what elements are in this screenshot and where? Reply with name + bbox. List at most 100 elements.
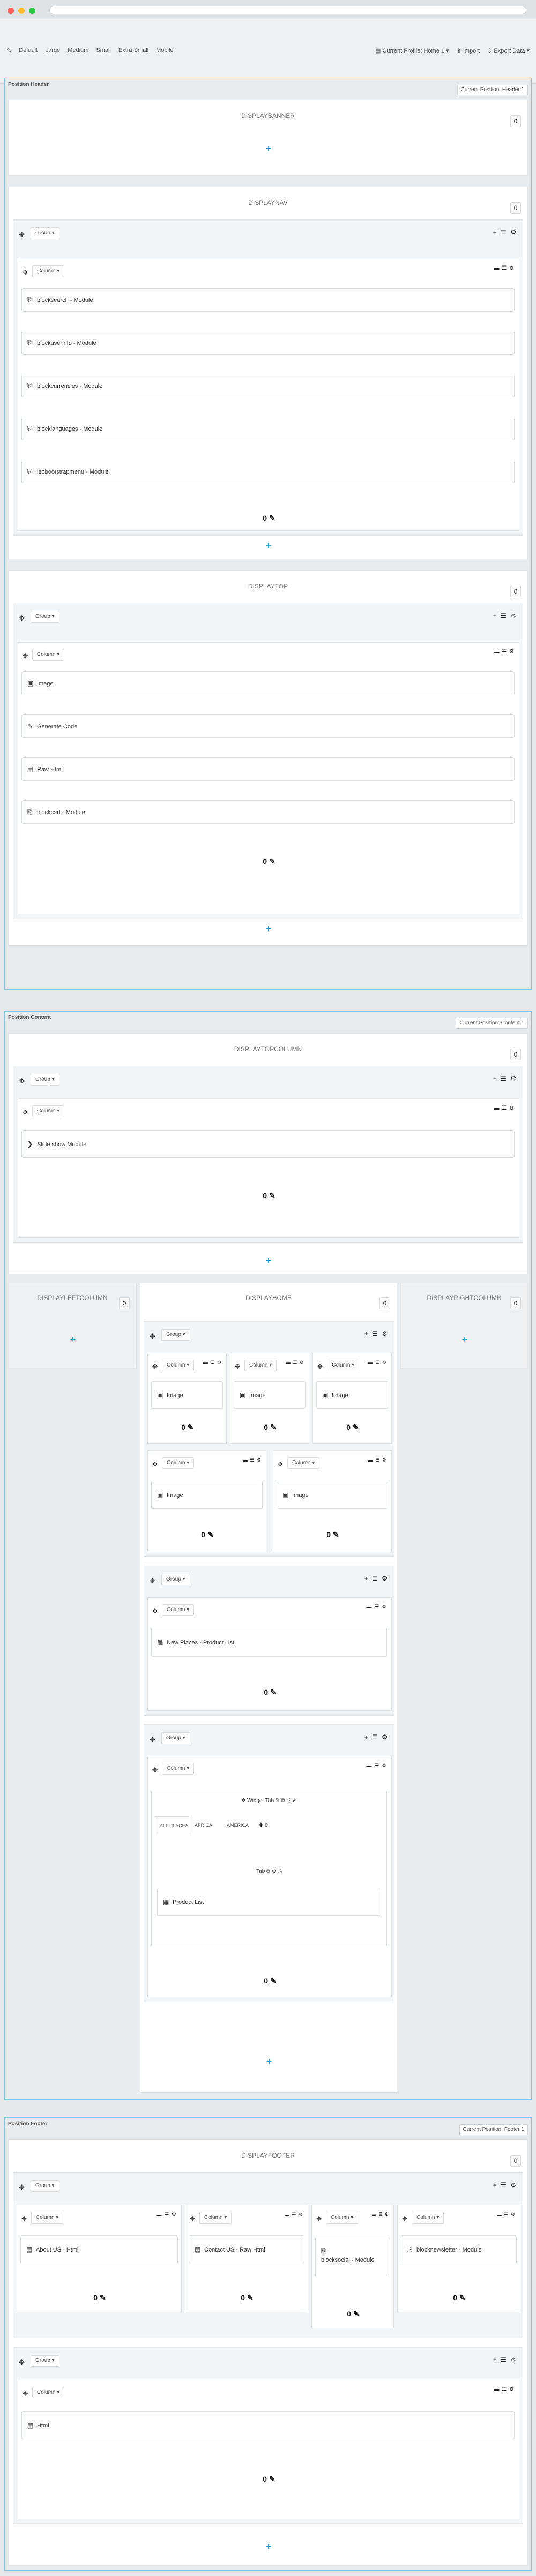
add-group-icon[interactable]: + xyxy=(460,1334,469,1344)
column-tools[interactable]: ▬ ☰ ⚙ xyxy=(367,1604,388,1610)
column-dropdown[interactable]: Column ▾ xyxy=(199,2212,232,2224)
tab-all-places[interactable]: ALL PLACES xyxy=(155,1816,189,1834)
column-tools[interactable]: ▬ ☰ ⚙ xyxy=(494,265,515,271)
edit-icon[interactable]: ✎ xyxy=(247,2293,254,2302)
add-group-icon[interactable]: + xyxy=(265,2057,273,2066)
device-extra-small[interactable]: Extra Small xyxy=(118,47,148,54)
edit-icon[interactable]: ✎ xyxy=(207,1530,214,1539)
add-group-icon[interactable]: + xyxy=(264,1256,273,1265)
module-item[interactable]: ⎘ blockcurrencies - Module xyxy=(21,374,515,397)
add-group-icon[interactable]: + xyxy=(264,144,273,153)
widget-tab-tools[interactable]: ✎ ⧉ ⎘ ✔ xyxy=(276,1798,297,1804)
module-item[interactable]: ▤ Html xyxy=(21,2411,515,2439)
add-group-icon[interactable]: + xyxy=(69,1334,77,1344)
tab-america[interactable]: AMERICA xyxy=(222,1816,258,1834)
address-bar[interactable] xyxy=(49,6,526,14)
column-dropdown[interactable]: Column ▾ xyxy=(327,1360,360,1371)
column-dropdown[interactable]: Column ▾ xyxy=(32,649,65,661)
move-icon[interactable]: ✥ xyxy=(19,2358,25,2367)
column-footer-tools[interactable]: 0 ✎ xyxy=(236,2293,258,2302)
column-tools[interactable]: ▬ ☰ ⚙ xyxy=(372,2212,389,2217)
column-dropdown[interactable]: Column ▾ xyxy=(162,1360,195,1371)
column-tools[interactable]: ▬ ☰ ⚙ xyxy=(285,2212,303,2218)
group-tools[interactable]: + ☰ ⚙ xyxy=(493,1075,517,1082)
group-tools[interactable]: + ☰ ⚙ xyxy=(364,1733,389,1741)
module-item[interactable]: ▤ Raw Html xyxy=(21,757,515,781)
edit-icon[interactable]: ✎ xyxy=(459,2293,466,2302)
module-item[interactable]: ▤ Contact US - Raw Html xyxy=(189,2235,304,2263)
column-dropdown[interactable]: Column ▾ xyxy=(162,1763,195,1775)
group-dropdown[interactable]: Group ▾ xyxy=(161,1574,190,1585)
column-dropdown[interactable]: Column ▾ xyxy=(32,265,65,277)
column-tools[interactable]: ▬ ☰ ⚙ xyxy=(243,1457,262,1463)
move-icon[interactable]: ✥ xyxy=(150,1736,155,1744)
tab-africa[interactable]: AFRICA xyxy=(190,1816,222,1834)
move-icon[interactable]: ✥ xyxy=(316,2215,322,2223)
move-icon[interactable]: ✥ xyxy=(23,652,28,660)
add-group-icon[interactable]: + xyxy=(264,2542,273,2551)
module-item[interactable]: ▣ Image xyxy=(234,1381,306,1409)
move-icon[interactable]: ✥ xyxy=(23,2390,28,2397)
module-item[interactable]: ▣ Image xyxy=(21,671,515,695)
edit-icon[interactable]: ✎ xyxy=(353,1423,359,1431)
edit-icon[interactable]: ✎ xyxy=(188,1423,194,1431)
column-dropdown[interactable]: Column ▾ xyxy=(162,1457,195,1469)
column-tools[interactable]: ▬ ☰ ⚙ xyxy=(203,1360,222,1365)
device-small[interactable]: Small xyxy=(96,47,111,54)
module-item[interactable]: ⎘ blockcart - Module xyxy=(21,800,515,824)
edit-icon[interactable]: ✎ xyxy=(6,47,11,54)
module-item[interactable]: ⎘ blocksearch - Module xyxy=(21,288,515,312)
module-item[interactable]: ⎘ leobootstrapmenu - Module xyxy=(21,460,515,483)
module-item[interactable]: ▤ About US - Html xyxy=(20,2235,178,2263)
group-tools[interactable]: + ☰ ⚙ xyxy=(493,2356,517,2364)
edit-icon[interactable]: ✎ xyxy=(269,857,276,866)
module-item[interactable]: ▣ Image xyxy=(316,1381,388,1409)
move-icon[interactable]: ✥ xyxy=(21,2215,27,2223)
column-dropdown[interactable]: Column ▾ xyxy=(326,2212,359,2224)
group-dropdown[interactable]: Group ▾ xyxy=(161,1732,190,1744)
move-icon[interactable]: ✥ xyxy=(19,614,25,623)
group-dropdown[interactable]: Group ▾ xyxy=(161,1329,190,1341)
column-tools[interactable]: ▬ ☰ ⚙ xyxy=(497,2212,516,2218)
import-button[interactable]: ⇪ Import xyxy=(457,47,480,54)
edit-icon[interactable]: ✎ xyxy=(269,1191,276,1200)
position-dropdown[interactable]: Current Position: Header 1 xyxy=(457,85,528,95)
column-tools[interactable]: ▬ ☰ ⚙ xyxy=(494,649,515,655)
minimize-window-icon[interactable] xyxy=(18,8,25,14)
column-footer-tools[interactable]: 0 ✎ xyxy=(259,1976,281,1985)
move-icon[interactable]: ✥ xyxy=(152,1607,158,1615)
add-group-icon[interactable]: + xyxy=(264,924,273,934)
module-item[interactable]: ▦ New Places - Product List xyxy=(151,1628,387,1657)
module-item[interactable]: ✎ Generate Code xyxy=(21,714,515,738)
module-item[interactable]: ⎘ blocklanguages - Module xyxy=(21,417,515,440)
column-dropdown[interactable]: Column ▾ xyxy=(32,1105,65,1117)
column-dropdown[interactable]: Column ▾ xyxy=(244,1360,277,1371)
edit-icon[interactable]: ✎ xyxy=(353,2309,360,2318)
column-footer-tools[interactable]: 0 ✎ xyxy=(258,2475,280,2484)
group-tools[interactable]: + ☰ ⚙ xyxy=(364,1330,389,1338)
device-large[interactable]: Large xyxy=(45,47,60,54)
position-dropdown[interactable]: Current Position: Content 1 xyxy=(456,1018,528,1029)
edit-icon[interactable]: ✎ xyxy=(100,2293,106,2302)
tab-tools[interactable]: ⧉ ⚙ ⎘ xyxy=(266,1869,282,1874)
column-footer-tools[interactable]: 0 ✎ xyxy=(258,857,280,866)
device-mobile[interactable]: Mobile xyxy=(156,47,173,54)
column-footer-tools[interactable]: 0 ✎ xyxy=(342,1423,363,1432)
column-dropdown[interactable]: Column ▾ xyxy=(31,2212,64,2224)
column-footer-tools[interactable]: 0 ✎ xyxy=(259,1423,281,1432)
column-footer-tools[interactable]: 0 ✎ xyxy=(197,1530,218,1539)
group-tools[interactable]: + ☰ ⚙ xyxy=(493,2181,517,2189)
module-item[interactable]: ▣ Image xyxy=(151,1381,223,1409)
move-icon[interactable]: ✥ xyxy=(190,2215,195,2223)
group-dropdown[interactable]: Group ▾ xyxy=(31,227,59,239)
column-tools[interactable]: ▬ ☰ ⚙ xyxy=(494,1105,515,1111)
add-tab-button[interactable]: ✚ 0 xyxy=(259,1822,268,1828)
group-dropdown[interactable]: Group ▾ xyxy=(31,1074,59,1086)
column-footer-tools[interactable]: 0 ✎ xyxy=(258,514,280,523)
move-icon[interactable]: ✥ xyxy=(235,1363,240,1370)
column-tools[interactable]: ▬ ☰ ⚙ xyxy=(367,1763,388,1769)
move-icon[interactable]: ✥ xyxy=(152,1460,158,1468)
column-footer-tools[interactable]: 0 ✎ xyxy=(259,1688,281,1697)
module-item[interactable]: ⎘ blocksocial - Module xyxy=(315,2238,390,2277)
column-dropdown[interactable]: Column ▾ xyxy=(287,1457,320,1469)
